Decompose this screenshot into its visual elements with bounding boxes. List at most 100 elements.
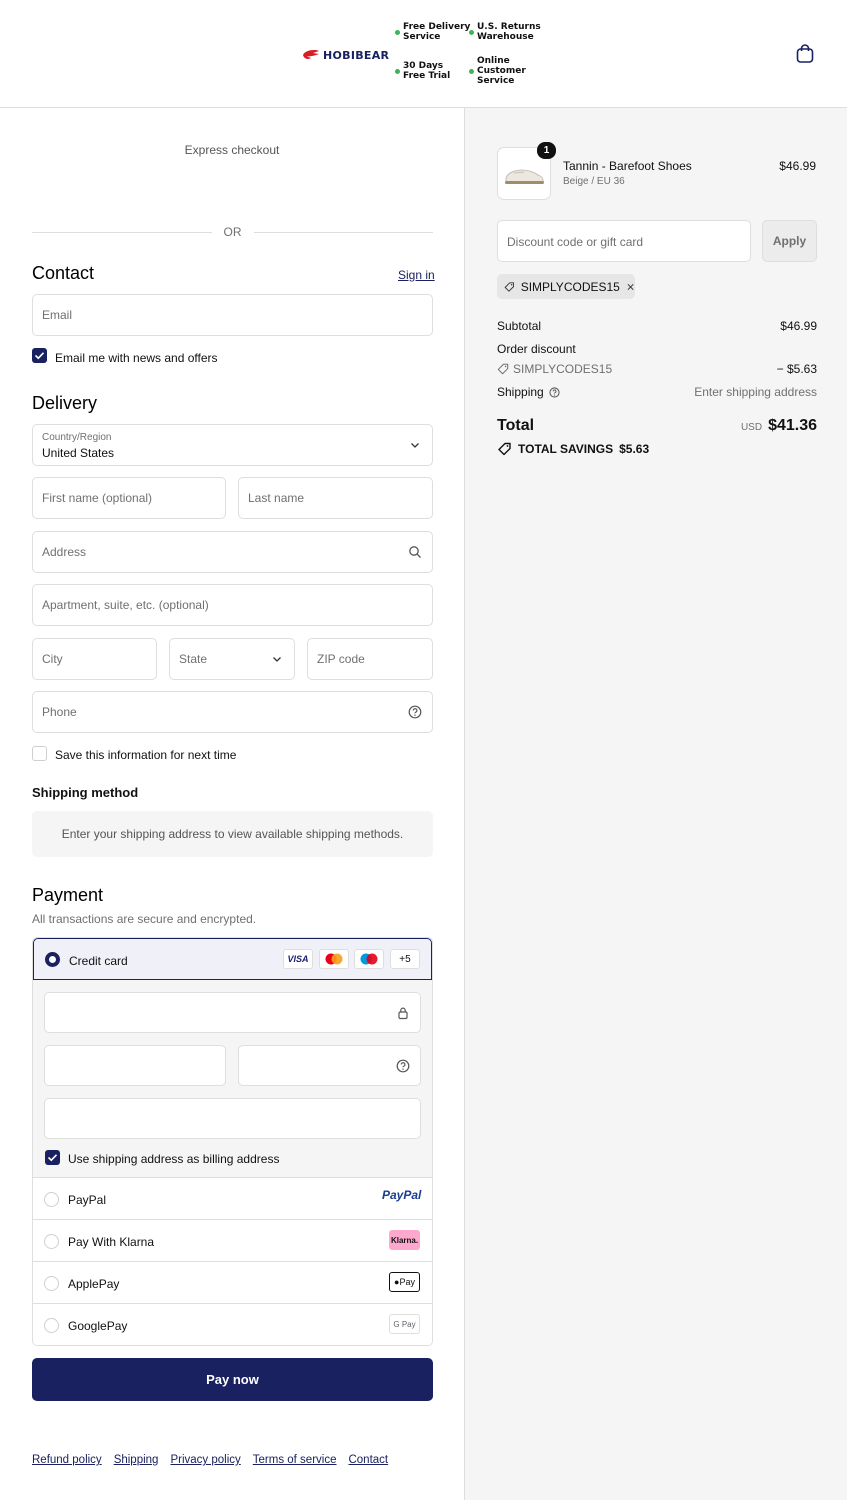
perk-text: U.S. Returns Warehouse — [477, 22, 541, 42]
contact-title: Contact — [32, 263, 95, 283]
currency-code: USD — [740, 422, 763, 433]
credit-card-radio[interactable] — [45, 952, 60, 967]
visa-text: VISA — [287, 954, 309, 964]
zip-field[interactable]: ZIP code — [307, 638, 433, 680]
total-label: Total — [497, 417, 535, 434]
googlepay-option[interactable]: GooglePay G Pay — [33, 1304, 432, 1345]
or-text: OR — [223, 225, 242, 239]
more-cards-text: +5 — [399, 953, 411, 965]
applied-discount-chip: SIMPLYCODES15 — [497, 274, 635, 299]
credit-card-form: Use shipping address as billing address — [33, 980, 432, 1178]
last-name-field[interactable]: Last name — [238, 477, 433, 519]
applepay-radio[interactable] — [44, 1276, 59, 1291]
zip-placeholder: ZIP code — [317, 652, 365, 666]
paypal-option[interactable]: PayPal PayPal — [33, 1178, 432, 1220]
brand-logo[interactable]: HOBIBEAR — [302, 47, 389, 63]
shipping-cell: Shipping — [497, 385, 560, 399]
checkmark-icon — [34, 352, 45, 360]
lock-icon — [398, 1007, 408, 1019]
newsletter-label: Email me with news and offers — [55, 351, 218, 365]
total-value: $41.36 — [768, 417, 817, 434]
klarna-label: Pay With Klarna — [68, 1235, 155, 1249]
newsletter-checkbox[interactable] — [32, 348, 47, 363]
email-placeholder: Email — [42, 308, 73, 322]
total-amount: USD $41.36 — [741, 417, 817, 435]
shipping-link[interactable]: Shipping — [114, 1454, 159, 1466]
googlepay-logo-icon: G Pay — [389, 1314, 420, 1334]
credit-card-label: Credit card — [69, 954, 128, 968]
billing-address-checkbox[interactable] — [45, 1150, 60, 1165]
paypal-radio[interactable] — [44, 1192, 59, 1207]
chevron-down-icon — [411, 443, 419, 448]
perk-text: Free Delivery Service — [403, 22, 471, 42]
pay-now-button[interactable]: Pay now — [32, 1358, 433, 1401]
shipping-method-notice: Enter your shipping address to view avai… — [32, 811, 433, 857]
googlepay-label: GooglePay — [68, 1319, 128, 1333]
shopping-bag-icon[interactable] — [796, 44, 814, 63]
email-field[interactable]: Email — [32, 294, 433, 336]
check-dot-icon — [395, 29, 400, 35]
security-code-field[interactable] — [238, 1045, 421, 1086]
check-dot-icon — [469, 29, 474, 35]
more-cards-badge: +5 — [390, 949, 420, 969]
help-icon[interactable] — [396, 1059, 410, 1073]
discount-placeholder: Discount code or gift card — [507, 235, 644, 249]
perk-text: 30 Days Free Trial — [403, 61, 451, 81]
perk-free-delivery: Free Delivery Service — [395, 22, 470, 42]
tag-icon — [497, 363, 509, 375]
discount-code-text: SIMPLYCODES15 — [513, 362, 613, 376]
credit-card-option[interactable]: Credit card VISA +5 — [33, 938, 432, 980]
chevron-down-icon — [273, 657, 281, 662]
applepay-badge-text: Pay — [399, 1277, 415, 1287]
phone-field[interactable]: Phone — [32, 691, 433, 733]
billing-address-label: Use shipping address as billing address — [68, 1152, 280, 1166]
logo-mark-icon — [303, 50, 319, 59]
help-icon[interactable] — [549, 386, 560, 398]
save-info-checkbox[interactable] — [32, 746, 47, 761]
product-price: $46.99 — [779, 159, 816, 173]
paypal-label: PayPal — [68, 1193, 107, 1207]
discount-value: − $5.63 — [776, 362, 817, 376]
apply-discount-button[interactable]: Apply — [762, 220, 817, 262]
paypal-logo-icon: PayPal — [382, 1188, 422, 1202]
country-select[interactable]: Country/Region United States — [32, 424, 433, 466]
quantity-badge: 1 — [537, 142, 556, 159]
city-field[interactable]: City — [32, 638, 157, 680]
privacy-policy-link[interactable]: Privacy policy — [170, 1454, 240, 1466]
state-select[interactable]: State — [169, 638, 295, 680]
klarna-radio[interactable] — [44, 1234, 59, 1249]
tag-icon — [504, 281, 515, 292]
mastercard-icon — [319, 949, 349, 969]
shipping-method-message: Enter your shipping address to view avai… — [61, 827, 404, 841]
total-savings-label: TOTAL SAVINGS — [518, 442, 614, 456]
applepay-option[interactable]: ApplePay ● Pay — [33, 1262, 432, 1304]
help-icon[interactable] — [408, 705, 422, 719]
total-row: Total USD $41.36 — [497, 417, 817, 435]
subtotal-label: Subtotal — [497, 319, 542, 333]
close-icon[interactable] — [626, 281, 635, 293]
card-number-field[interactable] — [44, 992, 421, 1033]
googlepay-radio[interactable] — [44, 1318, 59, 1333]
address-field[interactable]: Address — [32, 531, 433, 573]
or-divider: OR — [32, 225, 433, 239]
express-checkout-label: Express checkout — [184, 143, 280, 157]
refund-policy-link[interactable]: Refund policy — [32, 1454, 102, 1466]
discount-code-row: SIMPLYCODES15 − $5.63 — [497, 362, 817, 376]
search-icon — [409, 546, 421, 558]
sign-in-link[interactable]: Sign in — [398, 268, 435, 282]
perk-free-trial: 30 Days Free Trial — [395, 61, 450, 81]
klarna-option[interactable]: Pay With Klarna Klarna. — [33, 1220, 432, 1262]
shipping-label: Shipping — [497, 385, 544, 399]
contact-link[interactable]: Contact — [348, 1454, 388, 1466]
save-info-label: Save this information for next time — [55, 748, 237, 762]
name-on-card-field[interactable] — [44, 1098, 421, 1139]
check-dot-icon — [395, 68, 400, 74]
expiry-field[interactable] — [44, 1045, 226, 1086]
terms-of-service-link[interactable]: Terms of service — [253, 1454, 337, 1466]
apartment-field[interactable]: Apartment, suite, etc. (optional) — [32, 584, 433, 626]
total-savings-value: $5.63 — [619, 442, 650, 456]
shipping-row: Shipping Enter shipping address — [497, 385, 817, 399]
shipping-value: Enter shipping address — [694, 385, 817, 399]
first-name-field[interactable]: First name (optional) — [32, 477, 226, 519]
discount-code-input[interactable]: Discount code or gift card — [497, 220, 751, 262]
